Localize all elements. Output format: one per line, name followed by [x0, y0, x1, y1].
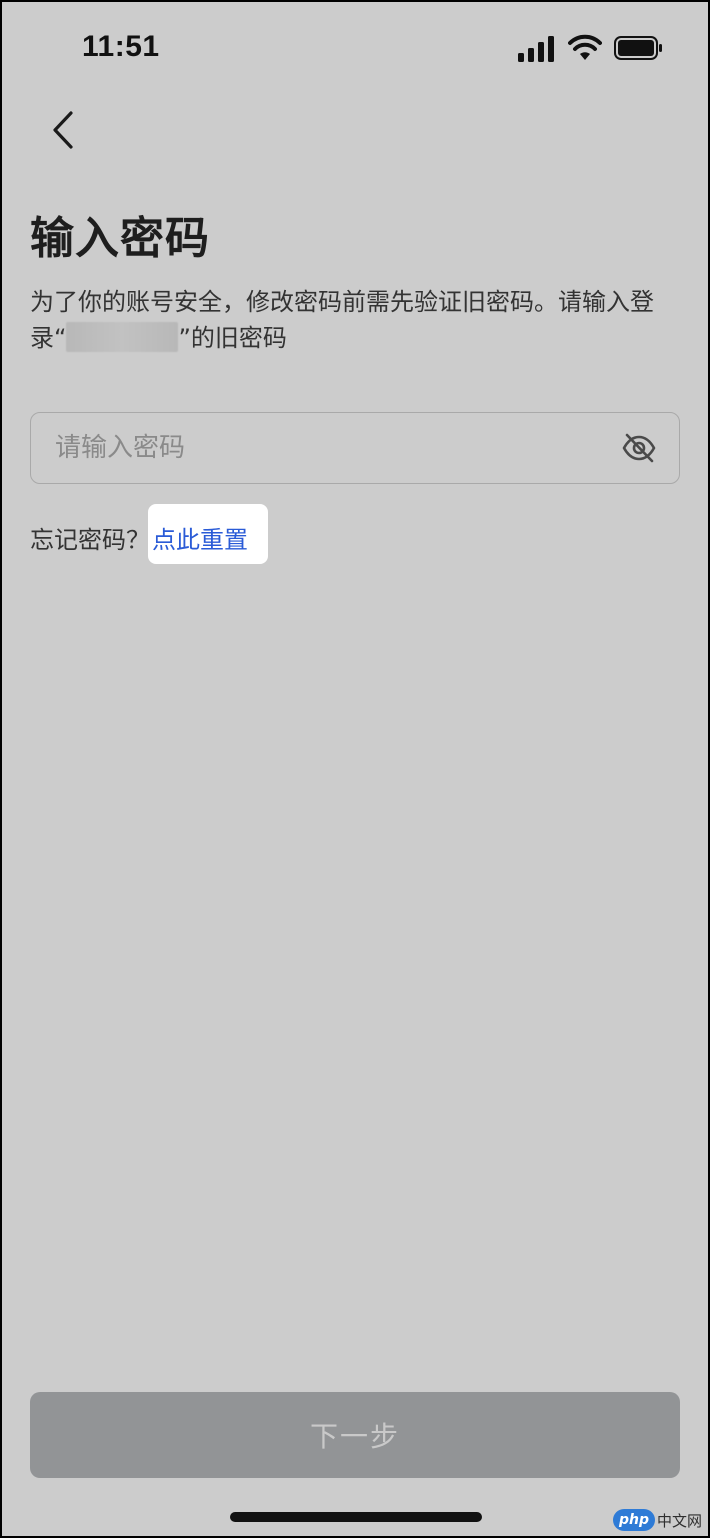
reset-password-link[interactable]: 点此重置 — [148, 504, 268, 564]
status-bar: 11:51 — [2, 2, 708, 92]
wifi-icon — [568, 34, 602, 60]
back-button[interactable] — [38, 102, 88, 158]
page-description: 为了你的账号安全，修改密码前需先验证旧密码。请输入登录“ ”的旧密码 — [30, 284, 680, 356]
next-step-button[interactable]: 下一步 — [30, 1392, 680, 1478]
password-field[interactable] — [30, 412, 680, 484]
watermark-logo: php 中文网 — [612, 1508, 702, 1532]
password-input[interactable] — [53, 413, 597, 483]
cellular-signal-icon — [518, 36, 554, 62]
phone-screen: 11:51 输入密码 为了你的账号安全，修改密码前需先验证旧密码。请输入登录“ … — [0, 0, 710, 1538]
redacted-account-name — [66, 322, 179, 352]
password-visibility-toggle[interactable] — [619, 430, 659, 466]
eye-off-icon — [622, 433, 656, 463]
chevron-left-icon — [53, 111, 73, 149]
watermark-text: 中文网 — [656, 1511, 702, 1530]
home-indicator — [230, 1512, 482, 1522]
watermark-badge: php — [612, 1509, 655, 1531]
battery-icon — [614, 36, 662, 60]
forgot-password-label: 忘记密码？ — [30, 526, 150, 554]
page-title: 输入密码 — [30, 213, 210, 264]
status-time: 11:51 — [82, 30, 160, 63]
description-suffix: ”的旧密码 — [178, 324, 287, 352]
